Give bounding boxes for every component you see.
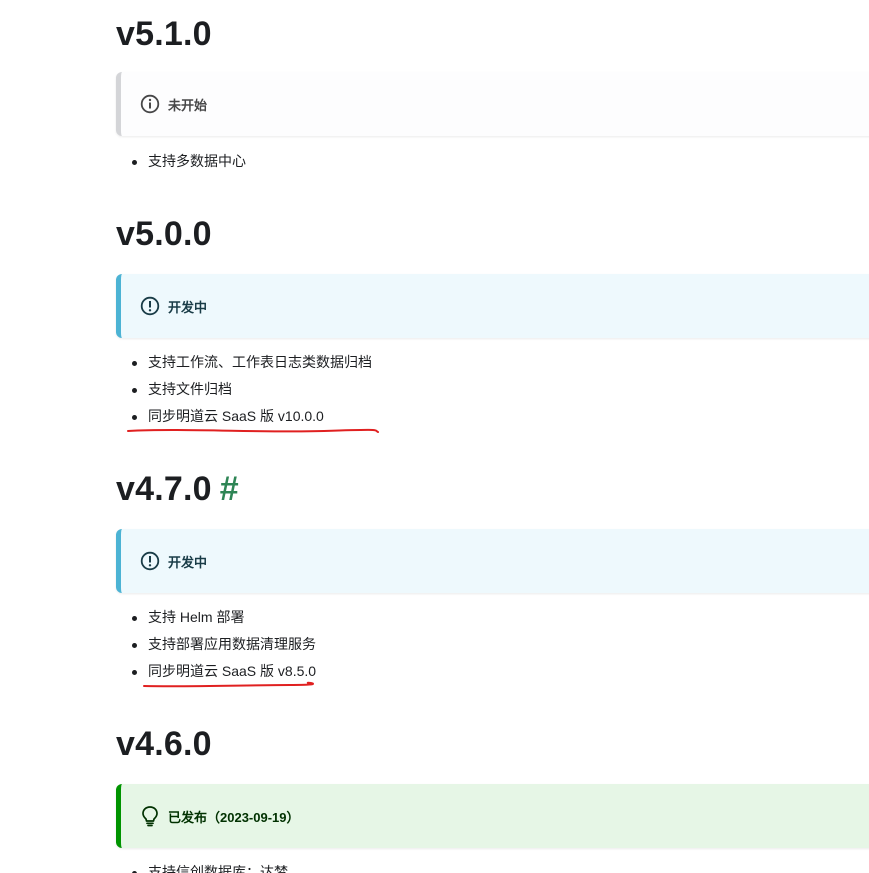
exclamation-circle-icon <box>139 295 161 317</box>
list-item: 支持部署应用数据清理服务 <box>128 631 316 658</box>
version-label: v5.1.0 <box>116 15 212 53</box>
list-item: 支持 Helm 部署 <box>128 604 316 631</box>
list-item: 同步明道云 SaaS 版 v8.5.0 <box>128 658 316 685</box>
list-item: 支持工作流、工作表日志类数据归档 <box>128 349 372 376</box>
feature-list-v5-1-0: 支持多数据中心 <box>128 148 246 175</box>
version-label: v4.6.0 <box>116 725 212 763</box>
list-item: 支持多数据中心 <box>128 148 246 175</box>
list-item: 支持信创数据库：达梦 <box>128 859 288 873</box>
exclamation-circle-icon <box>139 550 161 572</box>
feature-list-v5-0-0: 支持工作流、工作表日志类数据归档 支持文件归档 同步明道云 SaaS 版 v10… <box>128 349 372 430</box>
status-label: 开发中 <box>168 554 208 570</box>
version-heading-v5-0-0: v5.0.0 <box>116 214 212 254</box>
lightbulb-icon <box>139 805 161 827</box>
changelog-page: v5.1.0 未开始 支持多数据中心 v5.0.0 开发中 支持工作流、工作表日… <box>0 0 869 873</box>
heading-anchor-link[interactable]: # <box>220 470 239 508</box>
status-admonition-not-started: 未开始 <box>116 72 869 136</box>
status-admonition-in-development: 开发中 <box>116 274 869 338</box>
status-admonition-released: 已发布（2023-09-19） <box>116 784 869 848</box>
version-heading-v4-7-0: v4.7.0 # <box>116 469 239 509</box>
status-label: 已发布（2023-09-19） <box>168 809 300 825</box>
list-item: 同步明道云 SaaS 版 v10.0.0 <box>128 403 372 430</box>
list-item: 支持文件归档 <box>128 376 372 403</box>
status-admonition-in-development: 开发中 <box>116 529 869 593</box>
version-heading-v4-6-0: v4.6.0 <box>116 724 212 764</box>
status-label: 开发中 <box>168 299 208 315</box>
status-label: 未开始 <box>168 97 208 113</box>
info-circle-icon <box>139 93 161 115</box>
version-label: v4.7.0 <box>116 470 212 508</box>
version-label: v5.0.0 <box>116 215 212 253</box>
version-heading-v5-1-0: v5.1.0 <box>116 14 212 54</box>
feature-list-v4-6-0: 支持信创数据库：达梦 <box>128 859 288 873</box>
feature-list-v4-7-0: 支持 Helm 部署 支持部署应用数据清理服务 同步明道云 SaaS 版 v8.… <box>128 604 316 685</box>
